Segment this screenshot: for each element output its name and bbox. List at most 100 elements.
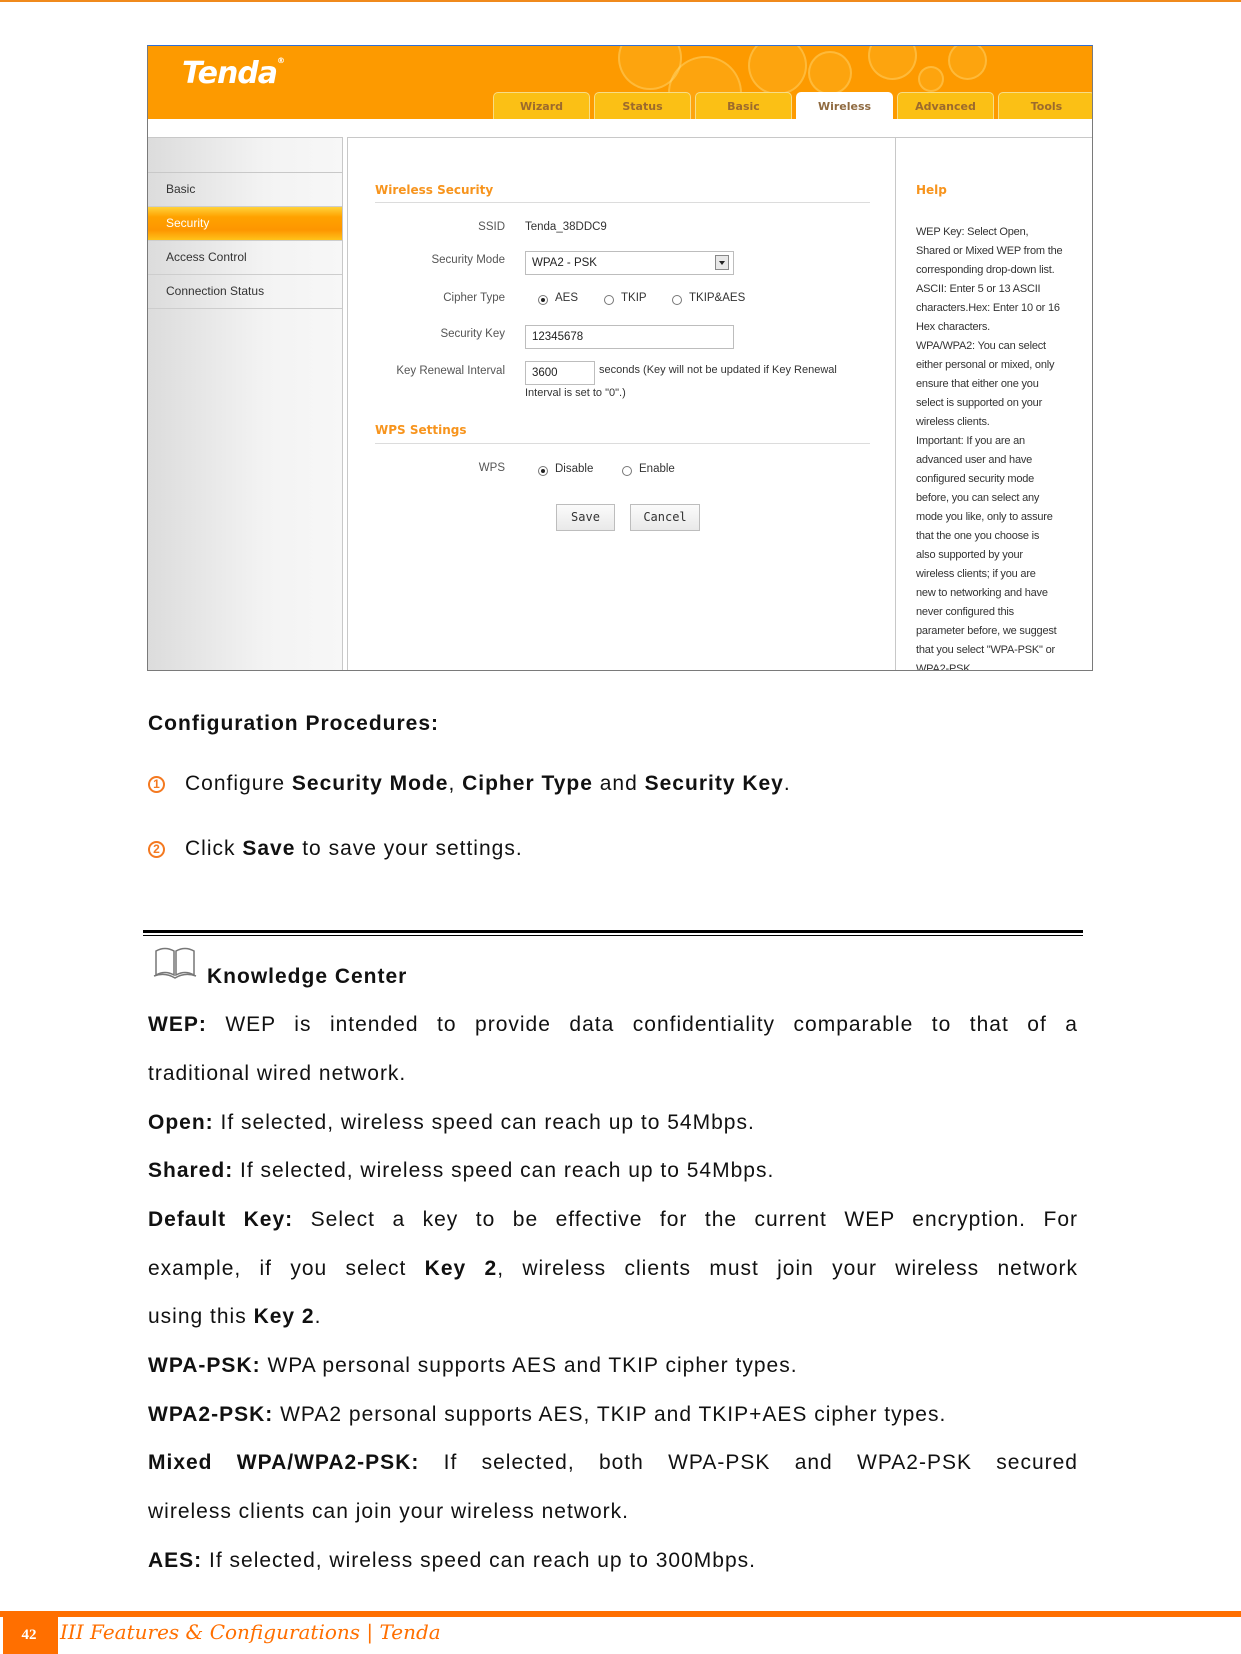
key-renewal-input[interactable]: 3600	[525, 361, 595, 385]
kc-mixed-line1: Mixed WPA/WPA2-PSK: If selected, both WP…	[148, 1451, 1078, 1475]
kc-term: Key 2	[253, 1305, 315, 1328]
help-line: also supported by your	[916, 549, 1023, 561]
sidebar-item-connection-status[interactable]: Connection Status	[148, 275, 342, 309]
cipher-tkip-aes-radio[interactable]	[672, 295, 682, 305]
help-line: Important: If you are an	[916, 435, 1025, 447]
save-button[interactable]: Save	[556, 504, 615, 531]
step-number-badge: 2	[148, 841, 165, 858]
book-icon	[153, 947, 197, 979]
main-nav-tabs: Wizard Status Basic Wireless Advanced To…	[493, 92, 1092, 119]
help-line: new to networking and have	[916, 587, 1048, 599]
kc-term: AES:	[148, 1549, 203, 1572]
step-term: Security Key	[644, 772, 784, 795]
kc-open: Open: If selected, wireless speed can re…	[148, 1111, 1078, 1135]
help-line: select is supported on your	[916, 397, 1043, 409]
settings-panel: Wireless Security SSID Tenda_38DDC9 Secu…	[347, 137, 895, 670]
kc-shared: Shared: If selected, wireless speed can …	[148, 1159, 1078, 1183]
kc-text: example, if you select	[148, 1257, 425, 1280]
tab-status[interactable]: Status	[594, 92, 691, 119]
step-text: Configure	[185, 772, 292, 795]
kc-wpa-psk: WPA-PSK: WPA personal supports AES and T…	[148, 1354, 1078, 1378]
tab-basic[interactable]: Basic	[695, 92, 792, 119]
kc-term: Key 2	[424, 1257, 498, 1280]
chevron-down-icon[interactable]	[715, 255, 729, 270]
help-line: WPA2-PSK.	[916, 663, 974, 671]
help-line: wireless clients.	[916, 416, 990, 428]
kc-text: , wireless clients must join your wirele…	[497, 1257, 1078, 1280]
key-renewal-note: seconds (Key will not be updated if Key …	[599, 364, 837, 376]
help-line: WPA/WPA2: You can select	[916, 340, 1046, 352]
kc-text: WEP is intended to provide data confiden…	[206, 1013, 1078, 1036]
kc-term: WPA-PSK:	[148, 1354, 261, 1377]
cancel-button[interactable]: Cancel	[630, 504, 700, 531]
help-line: corresponding drop-down list.	[916, 264, 1055, 276]
help-line: that the one you choose is	[916, 530, 1040, 542]
step-text: to save your settings.	[295, 837, 523, 860]
help-panel: Help WEP Key: Select Open, Shared or Mixe…	[895, 137, 1092, 671]
help-line: before, you can select any	[916, 492, 1040, 504]
kc-text: using this	[148, 1305, 254, 1328]
wps-disable-radio[interactable]	[538, 466, 548, 476]
kc-text: Select a key to be effective for the cur…	[293, 1208, 1078, 1231]
tab-tools[interactable]: Tools	[998, 92, 1092, 119]
tab-wireless[interactable]: Wireless	[796, 92, 893, 119]
decor-bubble	[948, 46, 987, 80]
security-key-input[interactable]: 12345678	[525, 325, 734, 349]
router-header: Tenda® Wizard Status Basic Wireless Adva…	[148, 46, 1092, 119]
security-mode-label: Security Mode	[431, 254, 505, 266]
kc-term: Open:	[148, 1111, 214, 1134]
cipher-aes-radio[interactable]	[538, 295, 548, 305]
wireless-security-title: Wireless Security	[375, 183, 494, 197]
key-renewal-label: Key Renewal Interval	[396, 365, 505, 377]
kc-text: .	[314, 1305, 322, 1328]
kc-mixed-line2: wireless clients can join your wireless …	[148, 1500, 629, 1523]
kc-wep-line2: traditional wired network.	[148, 1062, 407, 1085]
step-term: Security Mode	[291, 772, 449, 795]
help-line: wireless clients; if you are	[916, 568, 1036, 580]
sidebar-item-access-control[interactable]: Access Control	[148, 241, 342, 275]
kc-text: WPA2 personal supports AES, TKIP and TKI…	[273, 1403, 947, 1426]
tab-wizard[interactable]: Wizard	[493, 92, 590, 119]
page-number: 42	[0, 1617, 58, 1654]
kc-text: If selected, wireless speed can reach up…	[213, 1111, 755, 1134]
step-text: and	[592, 772, 645, 795]
footer-bar	[0, 1611, 1241, 1617]
sidebar-item-security[interactable]: Security	[148, 207, 342, 241]
help-line: configured security mode	[916, 473, 1035, 485]
divider-thick	[143, 930, 1083, 933]
footer-section-title: III Features & Configurations | Tenda	[60, 1620, 441, 1644]
kc-text: If selected, both WPA-PSK and WPA2-PSK s…	[419, 1451, 1078, 1474]
knowledge-center-title: Knowledge Center	[207, 965, 408, 988]
sidebar-item-basic[interactable]: Basic	[148, 173, 342, 207]
step-text: .	[783, 772, 791, 795]
step-term: Save	[242, 837, 296, 860]
procedure-step-2: 2 Click Save to save your settings.	[148, 837, 523, 861]
cipher-aes-label: AES	[555, 292, 579, 304]
step-number-badge: 1	[148, 776, 165, 793]
procedures-heading: Configuration Procedures:	[148, 712, 440, 735]
decor-bubble	[748, 46, 807, 95]
sidebar-header	[148, 138, 342, 173]
tab-advanced[interactable]: Advanced	[897, 92, 994, 119]
security-key-label: Security Key	[440, 328, 505, 340]
kc-term: Shared:	[148, 1159, 234, 1182]
wps-enable-label: Enable	[639, 463, 675, 475]
wps-disable-label: Disable	[555, 463, 594, 475]
cipher-tkip-aes-label: TKIP&AES	[689, 292, 746, 304]
cipher-type-label: Cipher Type	[443, 292, 505, 304]
help-line: never configured this	[916, 606, 1014, 618]
kc-wep-line1: WEP: WEP is intended to provide data con…	[148, 1013, 1078, 1037]
key-renewal-note-cont: Interval is set to "0".)	[525, 387, 626, 399]
step-text: ,	[448, 772, 463, 795]
help-line: mode you like, only to assure	[916, 511, 1053, 523]
wps-settings-title: WPS Settings	[375, 423, 467, 437]
decor-bubble	[918, 66, 944, 92]
cipher-tkip-radio[interactable]	[604, 295, 614, 305]
help-title: Help	[916, 183, 947, 197]
tenda-logo: Tenda®	[182, 56, 285, 91]
kc-wpa2-psk: WPA2-PSK: WPA2 personal supports AES, TK…	[148, 1403, 1078, 1427]
wps-enable-radio[interactable]	[622, 466, 632, 476]
sidebar: Basic Security Access Control Connection…	[148, 137, 343, 670]
help-line: ensure that either one you	[916, 378, 1039, 390]
security-mode-select[interactable]: WPA2 - PSK	[525, 251, 734, 275]
